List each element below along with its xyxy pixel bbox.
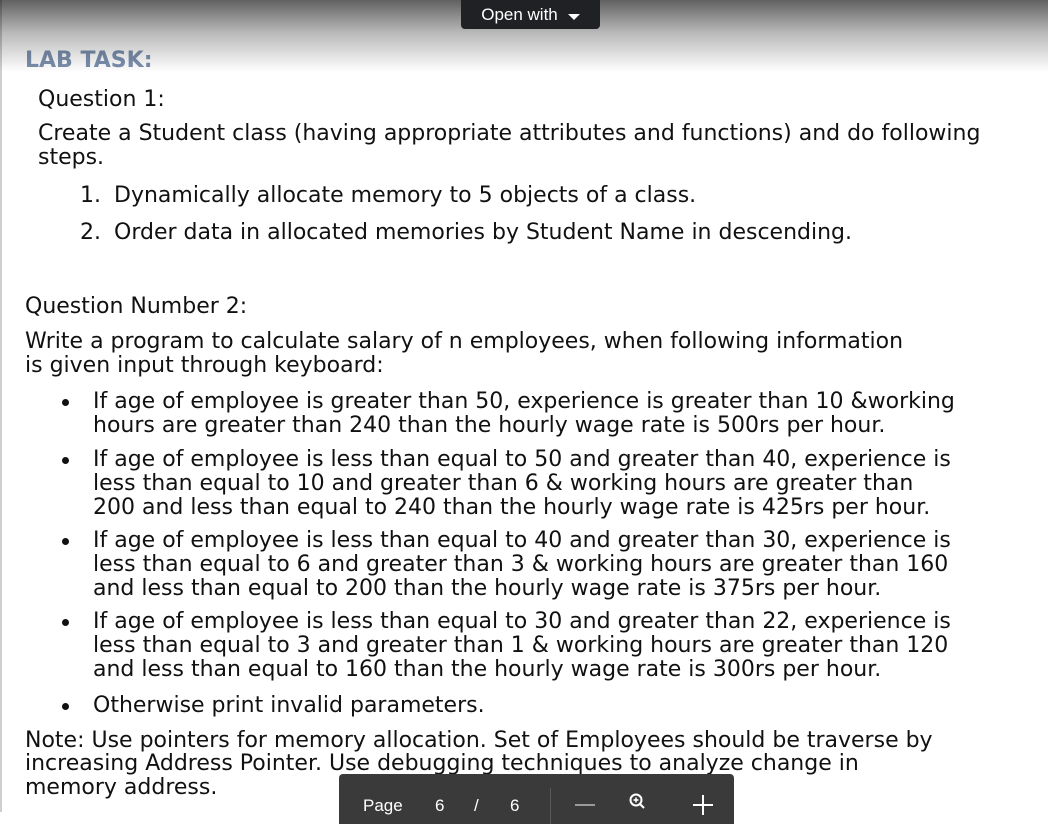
zoom-in-icon[interactable] <box>693 795 713 815</box>
bullet-line: hours are greater than 240 than the hour… <box>93 413 886 438</box>
bullet-marker <box>62 538 69 545</box>
step-number: 1. <box>80 183 101 208</box>
bullet-marker <box>62 703 69 710</box>
note-line-3: memory address. <box>25 775 218 800</box>
step-text: Dynamically allocate memory to 5 objects… <box>114 183 697 208</box>
toolbar-divider <box>550 788 551 824</box>
bullet-line: and less than equal to 160 than the hour… <box>93 657 882 682</box>
bullet-line: If age of employee is less than equal to… <box>93 447 951 472</box>
zoom-fit-icon[interactable] <box>629 793 645 809</box>
bullet-line: less than equal to 6 and greater than 3 … <box>93 552 949 577</box>
bullet-line: If age of employee is less than equal to… <box>93 528 951 553</box>
question-2-heading: Question Number 2: <box>25 294 248 319</box>
current-page-number[interactable]: 6 <box>435 796 444 816</box>
zoom-out-icon[interactable] <box>575 804 595 806</box>
step-number: 2. <box>80 220 101 245</box>
question-2-intro-line-1: Write a program to calculate salary of n… <box>25 329 904 354</box>
bullet-line: and less than equal to 200 than the hour… <box>93 576 882 601</box>
step-text: Order data in allocated memories by Stud… <box>114 220 853 245</box>
bullet-line: If age of employee is greater than 50, e… <box>93 389 955 414</box>
question-1-text-line-1: Create a Student class (having appropria… <box>38 121 981 146</box>
lab-task-title: LAB TASK: <box>25 48 153 73</box>
open-with-label: Open with <box>481 4 558 24</box>
total-pages: 6 <box>510 796 520 815</box>
bullet-line: If age of employee is less than equal to… <box>93 609 951 634</box>
question-1-heading: Question 1: <box>38 87 165 112</box>
note-line-1: Note: Use pointers for memory allocation… <box>25 728 933 753</box>
page-separator: / <box>474 796 479 815</box>
question-1-text-line-2: steps. <box>38 145 105 170</box>
bullet-line: 200 and less than equal to 240 than the … <box>93 495 931 520</box>
question-2-intro-line-2: is given input through keyboard: <box>25 353 384 378</box>
bullet-line: less than equal to 3 and greater than 1 … <box>93 633 949 658</box>
bullet-marker <box>62 399 69 406</box>
bullet-marker <box>62 619 69 626</box>
bullet-line: less than equal to 10 and greater than 6… <box>93 471 914 496</box>
chevron-down-icon <box>567 13 580 20</box>
open-with-button[interactable]: Open with <box>461 0 600 29</box>
page-navigation-bar: Page 6 / 6 <box>339 774 734 824</box>
page-label: Page <box>363 796 403 815</box>
bullet-marker <box>62 457 69 464</box>
bullet-line: Otherwise print invalid parameters. <box>93 693 485 718</box>
document-page: LAB TASK: Question 1: Create a Student c… <box>0 0 1048 812</box>
note-line-2: increasing Address Pointer. Use debuggin… <box>25 751 859 776</box>
